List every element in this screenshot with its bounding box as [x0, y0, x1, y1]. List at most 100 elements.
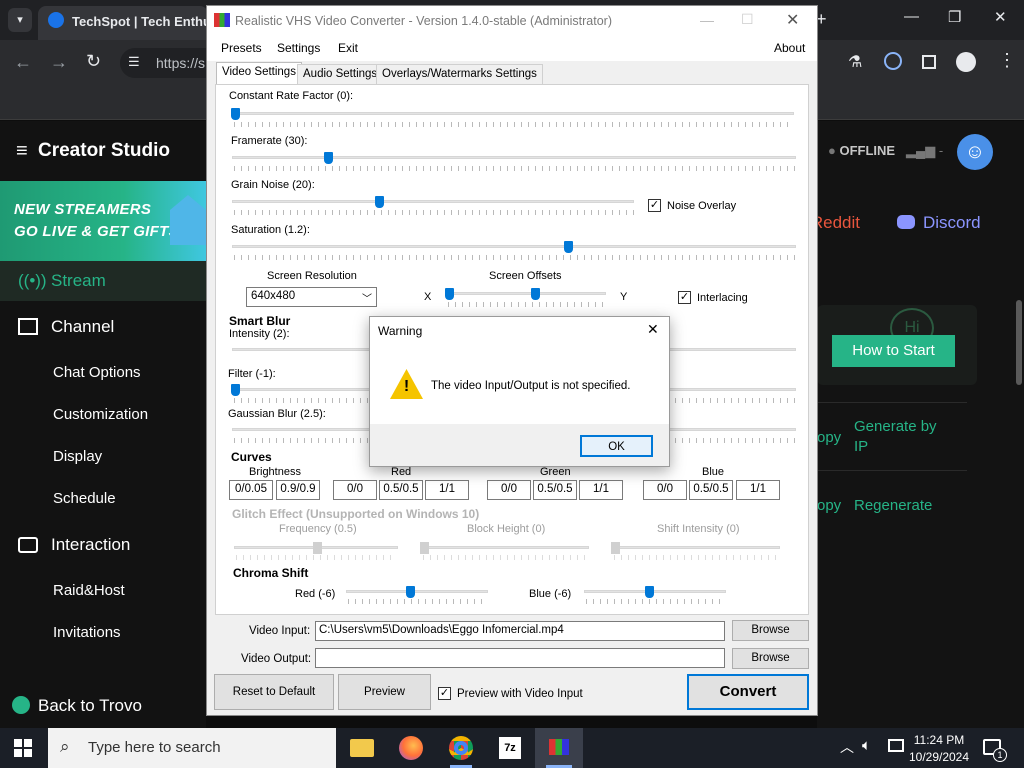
reddit-link[interactable]: Reddit — [817, 213, 860, 233]
green-curve-input-1[interactable]: 0/0 — [487, 480, 531, 500]
promo-banner[interactable]: NEW STREAMERS GO LIVE & GET GIFTS — [0, 181, 206, 261]
browser-restore-button[interactable]: ❐ — [948, 8, 961, 26]
red-curve-input-1[interactable]: 0/0 — [333, 480, 377, 500]
discord-link[interactable]: Discord — [923, 213, 981, 233]
crf-slider-thumb[interactable] — [231, 108, 240, 120]
chroma-red-slider-thumb[interactable] — [406, 586, 415, 598]
app-maximize-button[interactable]: ☐ — [741, 11, 754, 28]
copy-link-1[interactable]: opy — [817, 429, 841, 446]
sidebar-item-customization[interactable]: Customization — [53, 406, 148, 423]
back-to-trovo-link[interactable]: Back to Trovo — [38, 696, 142, 716]
sidebar-item-channel[interactable]: Channel — [51, 317, 114, 337]
menu-presets[interactable]: Presets — [221, 41, 262, 55]
show-hidden-icons[interactable]: ︿ — [840, 737, 854, 757]
taskbar-search-box[interactable]: Type here to search — [48, 728, 336, 768]
menu-about[interactable]: About — [774, 41, 805, 55]
sidepanel-icon[interactable] — [922, 55, 936, 69]
screen-resolution-select[interactable]: 640x480 ﹀ — [246, 287, 377, 307]
extension-icon[interactable] — [884, 52, 902, 70]
back-icon[interactable]: ← — [14, 52, 32, 73]
grain-noise-slider-thumb[interactable] — [375, 196, 384, 208]
browser-minimize-button[interactable]: — — [904, 8, 919, 25]
grain-noise-slider-track[interactable] — [232, 200, 634, 203]
reload-icon[interactable]: ↻ — [86, 51, 101, 72]
convert-button[interactable]: Convert — [687, 674, 809, 710]
volume-icon[interactable]: 🔈︎ — [862, 737, 871, 754]
browser-tab[interactable]: TechSpot | Tech Enthu — [38, 6, 208, 40]
noise-overlay-checkbox[interactable]: ✓ — [648, 199, 661, 212]
saturation-slider-thumb[interactable] — [564, 241, 573, 253]
profile-icon[interactable] — [956, 52, 976, 72]
offset-x-slider-track[interactable] — [446, 292, 606, 295]
copy-link-2[interactable]: opy — [817, 497, 841, 514]
labs-icon[interactable]: ⚗ — [848, 52, 862, 72]
generate-by-ip-link[interactable]: Generate by IP — [854, 417, 954, 457]
network-icon[interactable] — [888, 739, 904, 752]
chroma-red-slider-track[interactable] — [346, 590, 488, 593]
sidebar-item-stream[interactable]: Stream — [51, 271, 106, 291]
sidebar-item-chat-options[interactable]: Chat Options — [53, 364, 141, 381]
red-curve-input-2[interactable]: 0.5/0.5 — [379, 480, 423, 500]
preview-with-input-checkbox[interactable]: ✓ — [438, 687, 451, 700]
file-explorer-icon[interactable] — [350, 739, 374, 757]
framerate-slider-thumb[interactable] — [324, 152, 333, 164]
windows-start-icon[interactable] — [14, 739, 32, 757]
crf-slider-track[interactable] — [232, 112, 794, 115]
menu-exit[interactable]: Exit — [338, 41, 358, 55]
red-curve-input-3[interactable]: 1/1 — [425, 480, 469, 500]
app-close-button[interactable]: ✕ — [786, 10, 799, 30]
chroma-blue-slider-track[interactable] — [584, 590, 726, 593]
browser-close-button[interactable]: ✕ — [994, 8, 1007, 26]
tab-audio-settings[interactable]: Audio Settings — [297, 64, 384, 84]
chrome-icon[interactable] — [449, 736, 473, 760]
sidebar-item-invitations[interactable]: Invitations — [53, 624, 121, 641]
video-output-browse-button[interactable]: Browse — [732, 648, 809, 669]
avatar[interactable]: ☺ — [957, 134, 993, 170]
preview-button[interactable]: Preview — [338, 674, 431, 710]
menu-settings[interactable]: Settings — [277, 41, 320, 55]
7zip-icon[interactable]: 7z — [499, 737, 521, 759]
regenerate-link[interactable]: Regenerate — [854, 497, 932, 514]
firefox-icon[interactable] — [399, 736, 423, 760]
sidebar-item-raid-host[interactable]: Raid&Host — [53, 582, 125, 599]
signal-text: - — [938, 143, 944, 158]
video-input-field[interactable]: C:\Users\vm5\Downloads\Eggo Infomercial.… — [315, 621, 725, 641]
saturation-slider-track[interactable] — [232, 245, 796, 248]
sidebar-item-schedule[interactable]: Schedule — [53, 490, 116, 507]
green-curve-input-2[interactable]: 0.5/0.5 — [533, 480, 577, 500]
green-curve-input-3[interactable]: 1/1 — [579, 480, 623, 500]
reset-to-default-button[interactable]: Reset to Default — [214, 674, 334, 710]
brightness-input-1[interactable]: 0/0.05 — [229, 480, 273, 500]
tab-search-button[interactable]: ▾ — [8, 8, 32, 32]
sidebar-item-interaction[interactable]: Interaction — [51, 535, 130, 555]
blue-curve-input-3[interactable]: 1/1 — [736, 480, 780, 500]
sidebar-item-display[interactable]: Display — [53, 448, 102, 465]
offset-x-slider-thumb[interactable] — [445, 288, 454, 300]
app-minimize-button[interactable]: — — [700, 12, 714, 28]
tab-overlays-settings[interactable]: Overlays/Watermarks Settings — [376, 64, 543, 84]
blue-curve-input-2[interactable]: 0.5/0.5 — [689, 480, 733, 500]
taskbar-date[interactable]: 10/29/2024 — [908, 750, 970, 764]
brightness-input-2[interactable]: 0.9/0.9 — [276, 480, 320, 500]
browser-menu-icon[interactable]: ⋮ — [998, 50, 1016, 71]
crf-label: Constant Rate Factor (0): — [229, 90, 354, 102]
forward-icon[interactable]: → — [50, 52, 68, 73]
offset-y-slider-thumb[interactable] — [531, 288, 540, 300]
menu-toggle-icon[interactable]: ≡ — [16, 141, 28, 161]
interlacing-checkbox[interactable]: ✓ — [678, 291, 691, 304]
address-text: https://s — [156, 55, 206, 71]
tab-video-settings[interactable]: Video Settings — [216, 62, 302, 85]
dialog-close-button[interactable]: ✕ — [647, 321, 659, 338]
dialog-ok-button[interactable]: OK — [580, 435, 653, 457]
framerate-slider-track[interactable] — [232, 156, 796, 159]
blue-curve-input-1[interactable]: 0/0 — [643, 480, 687, 500]
page-scrollbar[interactable] — [1016, 300, 1022, 385]
video-input-browse-button[interactable]: Browse — [732, 620, 809, 641]
filter-slider-thumb[interactable] — [231, 384, 240, 396]
video-output-field[interactable] — [315, 648, 725, 668]
chroma-blue-slider-thumb[interactable] — [645, 586, 654, 598]
creator-studio-logo[interactable]: Creator Studio — [38, 140, 170, 162]
site-settings-icon[interactable]: ☰ — [128, 54, 140, 70]
how-to-start-button[interactable]: How to Start — [832, 335, 955, 367]
taskbar-time[interactable]: 11:24 PM — [910, 733, 968, 747]
